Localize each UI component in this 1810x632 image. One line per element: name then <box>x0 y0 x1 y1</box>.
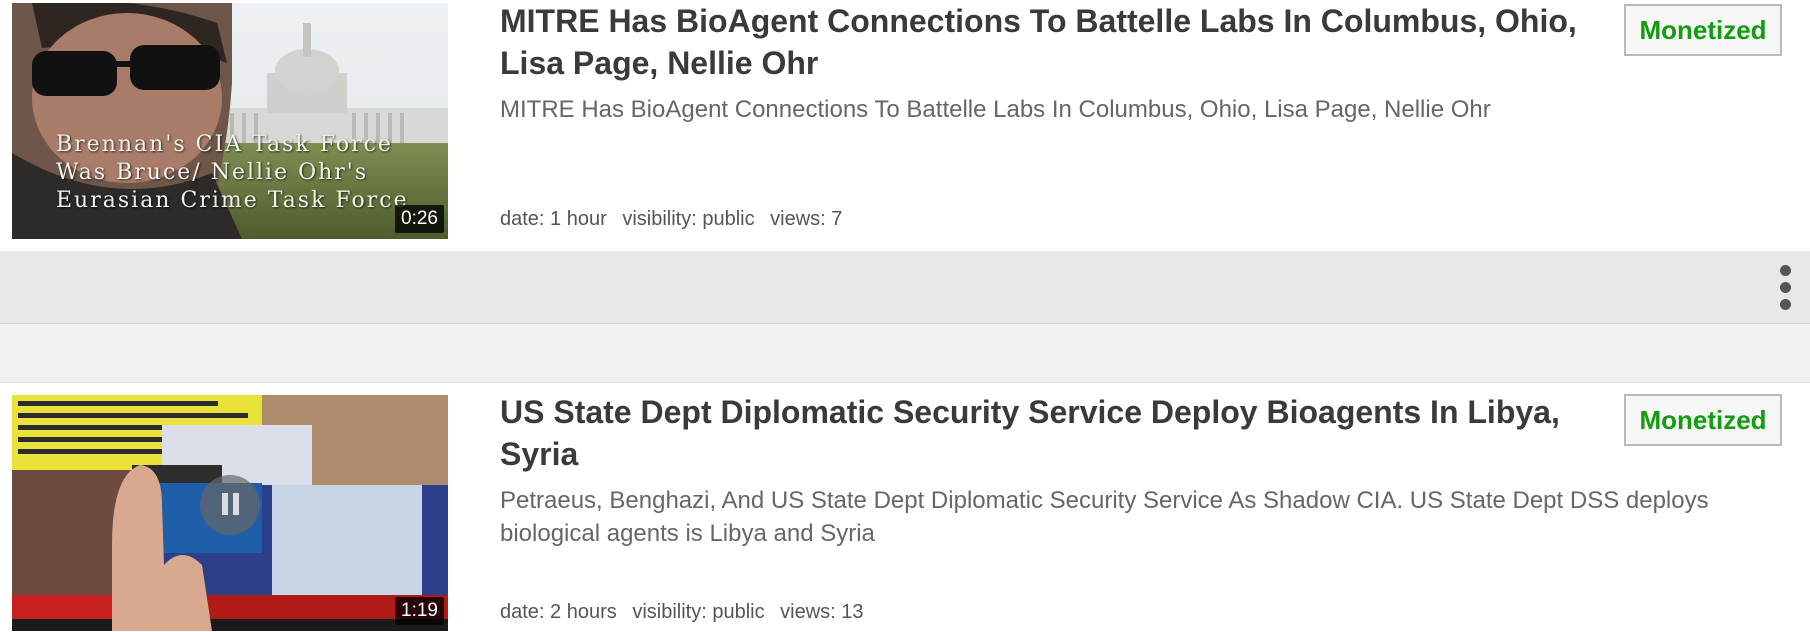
video-meta: date: 2 hours visibility: public views: … <box>500 601 874 624</box>
video-thumbnail[interactable]: Brennan's CIA Task Force Was Bruce/ Nell… <box>12 3 448 239</box>
video-list: Brennan's CIA Task Force Was Bruce/ Nell… <box>0 0 1810 632</box>
video-duration: 0:26 <box>395 205 444 233</box>
video-views: views: 7 <box>770 208 843 230</box>
video-title[interactable]: US State Dept Diplomatic Security Servic… <box>500 391 1620 475</box>
thumbnail-caption: Brennan's CIA Task Force Was Bruce/ Nell… <box>56 132 409 213</box>
monetized-badge: Monetized <box>1624 4 1782 56</box>
thumbnail-image <box>12 395 448 631</box>
monetized-badge: Monetized <box>1624 394 1782 446</box>
video-description: Petraeus, Benghazi, And US State Dept Di… <box>500 487 1709 547</box>
video-duration: 1:19 <box>395 597 444 625</box>
more-vertical-icon[interactable] <box>1774 265 1796 311</box>
video-views: views: 13 <box>780 601 864 623</box>
section-divider <box>0 324 1810 383</box>
video-visibility: visibility: public <box>632 601 765 623</box>
video-description: MITRE Has BioAgent Connections To Battel… <box>500 96 1491 123</box>
video-info: US State Dept Diplomatic Security Servic… <box>500 391 1709 550</box>
video-date: date: 1 hour <box>500 208 607 230</box>
video-thumbnail[interactable]: 1:19 <box>12 395 448 631</box>
item-toolbar <box>0 251 1810 324</box>
video-visibility: visibility: public <box>622 208 755 230</box>
video-title[interactable]: MITRE Has BioAgent Connections To Battel… <box>500 0 1620 84</box>
video-item: Brennan's CIA Task Force Was Bruce/ Nell… <box>0 0 1810 240</box>
video-info: MITRE Has BioAgent Connections To Battel… <box>500 0 1620 126</box>
video-meta: date: 1 hour visibility: public views: 7 <box>500 208 852 231</box>
video-item: 1:19 US State Dept Diplomatic Security S… <box>0 383 1810 632</box>
video-date: date: 2 hours <box>500 601 617 623</box>
